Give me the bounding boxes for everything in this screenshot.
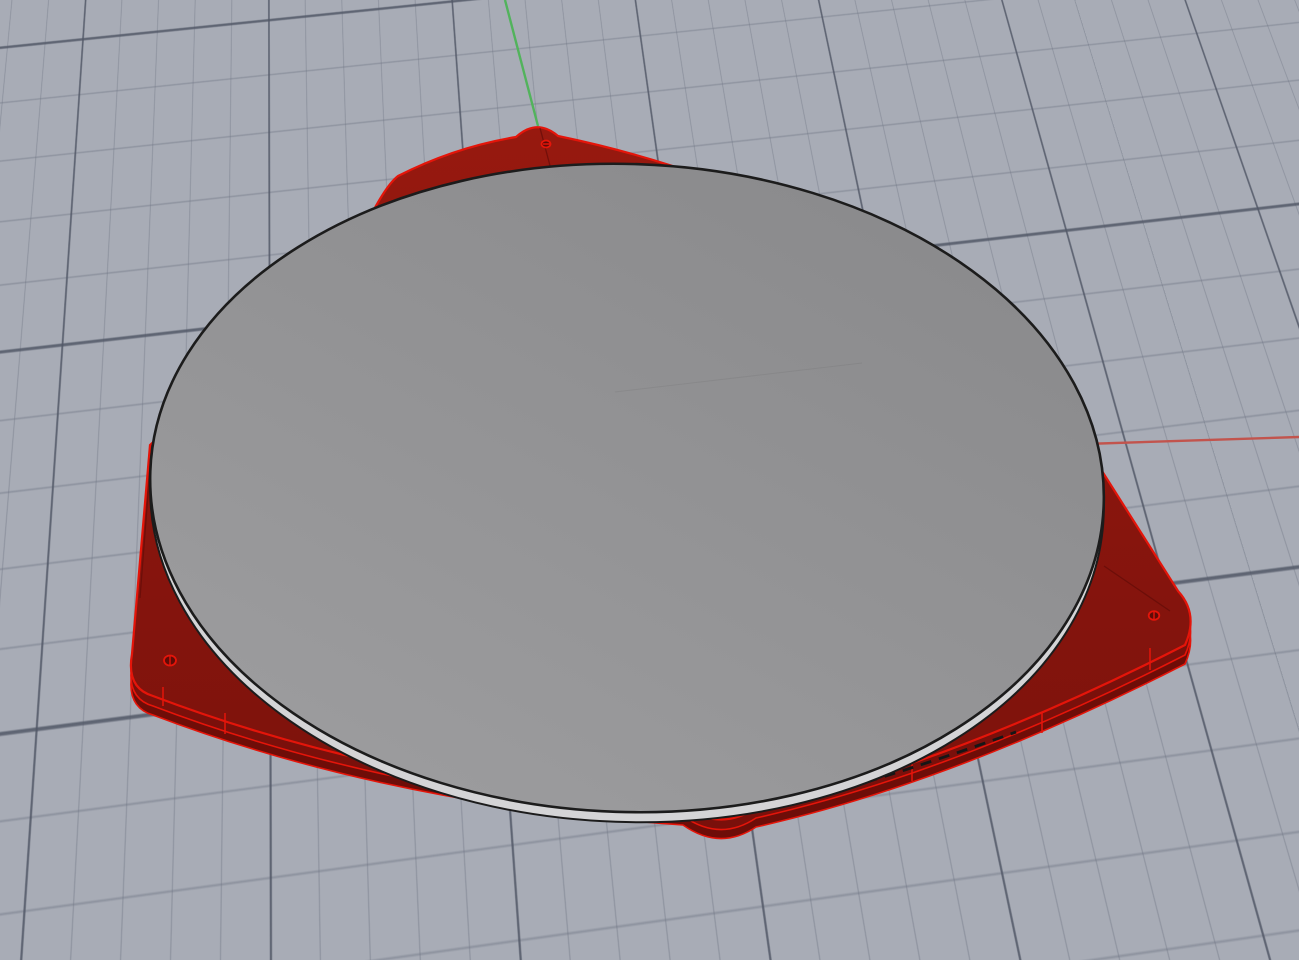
x-axis-line — [1085, 437, 1299, 444]
cad-viewport[interactable] — [0, 0, 1299, 960]
y-axis-line — [505, 0, 538, 126]
model-layer — [0, 0, 1299, 960]
